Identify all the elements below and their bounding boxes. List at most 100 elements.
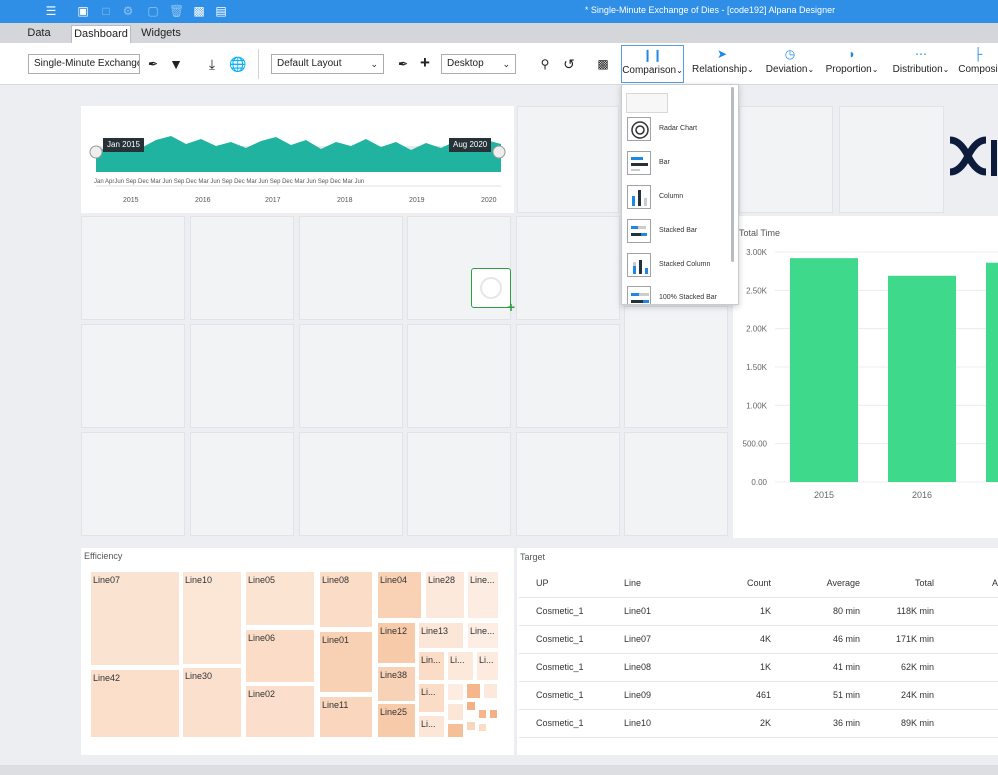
edit-layout-icon[interactable]: ✒ <box>394 55 412 73</box>
grid-cell[interactable] <box>516 216 620 320</box>
treemap-tile[interactable]: Line28 <box>426 572 464 618</box>
treemap-tile[interactable]: Lin... <box>419 652 444 680</box>
treemap-tile[interactable]: Line02 <box>246 686 314 737</box>
treemap-tile[interactable] <box>448 684 463 700</box>
grid-cell[interactable] <box>190 324 294 428</box>
category-relationship[interactable]: ➤ Relationship⌄ <box>692 45 754 83</box>
table-header-count[interactable]: Count <box>735 578 771 588</box>
treemap-tile[interactable] <box>479 724 486 731</box>
category-distribution[interactable]: ⋯ Distribution⌄ <box>888 45 954 83</box>
settings-icon[interactable]: ⚙ <box>121 4 135 18</box>
treemap-tile[interactable]: Line12 <box>378 623 415 663</box>
treemap-tile[interactable]: Line06 <box>246 630 314 682</box>
treemap-tile[interactable]: Line08 <box>320 572 372 627</box>
menu-item-stacked-bar[interactable]: Stacked Bar <box>625 219 733 245</box>
grid-cell[interactable] <box>190 216 294 320</box>
globe-icon[interactable]: 🌐 <box>229 55 247 73</box>
grid-cell[interactable] <box>839 106 944 213</box>
treemap-tile[interactable]: Line01 <box>320 632 372 692</box>
treemap-tile[interactable]: Li... <box>477 652 498 680</box>
grid-cell[interactable] <box>624 306 728 428</box>
grid-cell[interactable] <box>407 324 511 428</box>
treemap-tile[interactable] <box>467 684 480 698</box>
grid-cell[interactable] <box>624 432 728 536</box>
hamburger-menu-icon[interactable]: ☰ <box>44 4 58 18</box>
treemap-tile[interactable]: Li... <box>419 716 444 737</box>
category-composition[interactable]: ├ Composi <box>958 45 998 83</box>
category-comparison[interactable]: ❙❙ Comparison⌄ <box>621 45 684 83</box>
page-icon[interactable]: ▢ <box>146 4 160 18</box>
menu-item-bar[interactable]: Bar <box>625 151 733 177</box>
grid-cell[interactable] <box>516 432 620 536</box>
refresh-icon[interactable]: ↺ <box>560 55 578 73</box>
tab-widgets[interactable]: Widgets <box>137 25 185 43</box>
bar-2015[interactable] <box>790 258 858 482</box>
treemap-tile[interactable]: Line... <box>468 572 498 618</box>
dashboard-name-input[interactable]: Single-Minute Exchange <box>28 54 140 74</box>
timeline-start-handle[interactable] <box>89 145 103 159</box>
treemap-tile[interactable]: Line25 <box>378 704 415 737</box>
menu-item-100-stacked-bar[interactable]: 100% Stacked Bar <box>625 286 733 304</box>
treemap-tile[interactable]: Line04 <box>378 572 421 618</box>
menu-item-radar-chart[interactable]: Radar Chart <box>625 117 733 143</box>
edit-pen-icon[interactable]: ✒ <box>144 55 162 73</box>
treemap-tile[interactable] <box>467 702 475 710</box>
delete-icon[interactable]: 🗑 <box>169 4 184 18</box>
grid-cell[interactable] <box>517 106 619 213</box>
grid-cell[interactable] <box>299 324 403 428</box>
grid-cell[interactable] <box>516 324 620 428</box>
table-header-a[interactable]: A <box>992 578 998 588</box>
treemap-tile[interactable]: Line11 <box>320 697 372 737</box>
category-deviation[interactable]: ◷ Deviation⌄ <box>763 45 817 83</box>
save-icon[interactable]: ▣ <box>76 4 90 18</box>
grid-cell[interactable] <box>81 216 185 320</box>
tab-dashboard[interactable]: Dashboard <box>71 25 131 43</box>
menu-search-box[interactable] <box>626 93 668 113</box>
widget-drop-placeholder[interactable]: + <box>471 268 515 315</box>
treemap-tile[interactable]: Line10 <box>183 572 241 664</box>
filter-icon[interactable]: ▼ <box>167 55 185 73</box>
treemap-tile[interactable]: Line38 <box>378 667 415 701</box>
grid-cell[interactable] <box>299 432 403 536</box>
chart-type-icon[interactable]: ▩ <box>594 55 612 73</box>
table-header-line[interactable]: Line <box>624 578 641 588</box>
treemap-tile[interactable] <box>448 724 463 737</box>
timeline-end-handle[interactable] <box>492 145 506 159</box>
treemap-tile[interactable]: Line42 <box>91 670 179 737</box>
treemap-tile[interactable] <box>467 722 475 730</box>
copy-icon[interactable]: □ <box>99 4 113 18</box>
treemap-tile[interactable]: Li... <box>419 684 444 712</box>
download-icon[interactable]: ⤓ <box>203 55 221 73</box>
treemap-tile[interactable]: Line07 <box>91 572 179 665</box>
menu-item-column[interactable]: Column <box>625 185 733 211</box>
treemap-tile[interactable] <box>490 710 497 718</box>
treemap-tile[interactable]: Li... <box>448 652 473 680</box>
table-header-total[interactable]: Total <box>890 578 934 588</box>
treemap-tile[interactable]: Line... <box>468 623 498 648</box>
layout-select[interactable]: Default Layout ⌄ <box>271 54 384 74</box>
device-select[interactable]: Desktop ⌄ <box>441 54 516 74</box>
grid-cell[interactable] <box>81 432 185 536</box>
treemap-tile[interactable] <box>479 710 486 718</box>
bar-2017[interactable] <box>986 262 998 482</box>
paste-icon[interactable]: ▩ <box>192 4 206 18</box>
grid-cell[interactable] <box>190 432 294 536</box>
grid-cell[interactable] <box>81 324 185 428</box>
grid-cell[interactable] <box>299 216 403 320</box>
treemap-tile[interactable] <box>484 684 497 698</box>
table-header-up[interactable]: UP <box>536 578 549 588</box>
menu-item-stacked-column[interactable]: Stacked Column <box>625 253 733 279</box>
tab-data[interactable]: Data <box>22 25 56 43</box>
treemap-tile[interactable] <box>448 704 463 720</box>
category-proportion[interactable]: ◗ Proportion⌄ <box>823 45 881 83</box>
table-header-average[interactable]: Average <box>814 578 860 588</box>
treemap-tile[interactable]: Line05 <box>246 572 314 625</box>
treemap-tile[interactable]: Line13 <box>419 623 463 648</box>
grid-cell[interactable] <box>739 106 833 213</box>
zoom-icon[interactable]: ⚲ <box>536 55 554 73</box>
add-icon[interactable]: + <box>416 54 434 72</box>
grid-cell[interactable] <box>407 432 511 536</box>
export-icon[interactable]: ▤ <box>214 4 228 18</box>
bar-2016[interactable] <box>888 275 956 482</box>
treemap-tile[interactable]: Line30 <box>183 668 241 737</box>
